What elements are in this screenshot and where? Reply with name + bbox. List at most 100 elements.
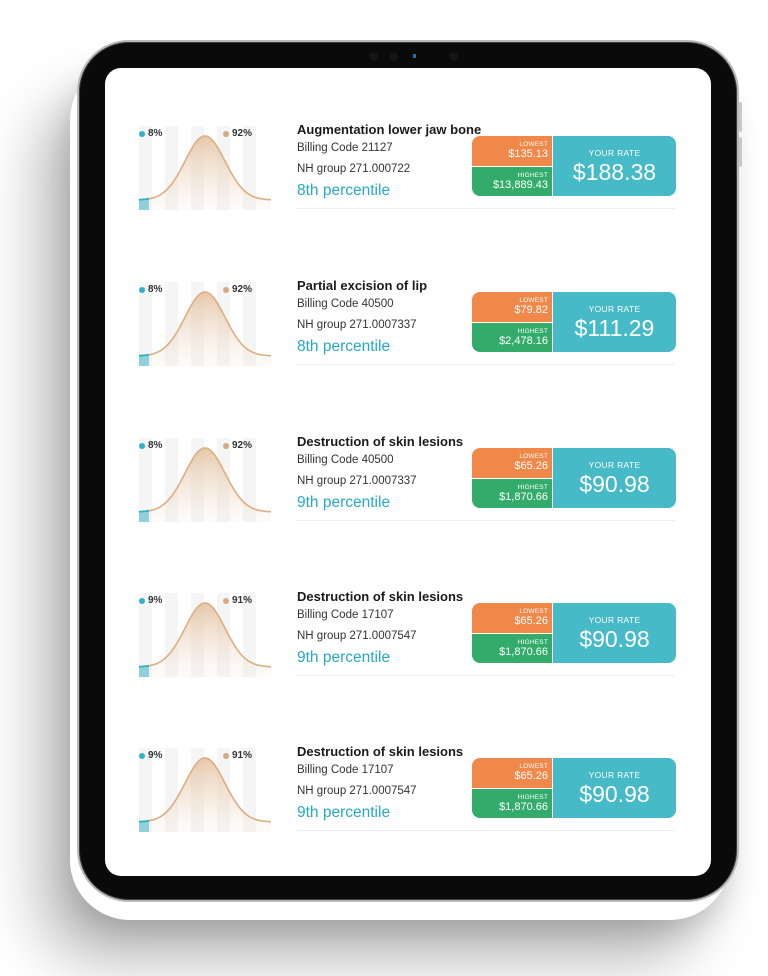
procedure-row[interactable]: 9% 91% Destruction of skin lesions Billi… [105,744,711,854]
distribution-chart: 9% 91% [135,589,275,681]
billing-code: Billing Code 40500 [297,454,394,466]
your-rate-label: YOUR RATE [588,147,641,158]
procedure-row[interactable]: 9% 91% Destruction of skin lesions Billi… [105,589,711,699]
distribution-chart: 8% 92% [135,434,275,526]
billing-code: Billing Code 21127 [297,142,393,154]
high-marker-icon [223,597,229,604]
row-divider [297,830,675,831]
your-rate-value: $90.98 [579,470,650,497]
highest-rate: HIGHEST $1,870.66 [472,633,552,663]
sensor-icon [369,52,378,61]
lowest-rate: LOWEST $135.13 [472,136,552,167]
lowest-value: $135.13 [508,148,548,161]
low-percent-label: 8% [139,284,162,295]
lowest-label: LOWEST [519,608,548,616]
highest-rate: HIGHEST $1,870.66 [472,788,552,818]
low-percent-value: 8% [148,440,163,451]
rate-summary: LOWEST $135.13 HIGHEST $13,889.43 YOUR R… [472,136,676,196]
highest-label: HIGHEST [517,171,548,179]
high-percent-value: 91% [232,750,253,761]
sensor-icon [449,52,458,61]
highest-value: $1,870.66 [499,645,548,658]
procedure-title: Partial excision of lip [297,278,428,293]
high-percent-value: 91% [232,595,253,606]
low-percent-label: 9% [139,750,162,761]
lowest-label: LOWEST [519,141,548,149]
your-rate: YOUR RATE $188.38 [552,136,676,196]
high-percent-value: 92% [232,128,253,139]
high-percent-value: 92% [232,440,253,451]
row-divider [297,520,675,521]
procedure-row[interactable]: 8% 92% Partial excision of lip Billing C… [105,278,711,388]
low-percent-value: 9% [148,595,163,606]
your-rate-label: YOUR RATE [588,614,641,625]
your-rate-label: YOUR RATE [588,769,641,780]
low-percent-value: 8% [148,128,163,139]
your-rate: YOUR RATE $90.98 [552,448,676,508]
low-marker-icon [139,752,145,759]
high-percent-value: 92% [232,284,253,295]
procedure-info: Partial excision of lip Billing Code 405… [297,278,497,356]
percentile-text: 9th percentile [297,494,391,511]
procedure-title: Destruction of skin lesions [297,744,464,759]
low-percent-value: 8% [148,284,163,295]
low-tail-line [138,353,150,357]
nh-group: NH group 271.000722 [297,163,411,175]
your-rate-label: YOUR RATE [588,303,641,314]
low-tail-line [138,664,150,668]
high-marker-icon [223,286,229,293]
lowest-label: LOWEST [519,297,548,305]
lowest-rate: LOWEST $65.26 [472,758,552,789]
low-percent-label: 8% [139,440,162,451]
your-rate-label: YOUR RATE [588,459,641,470]
screen: 8% 92% Augmentation lower jaw bone Billi… [105,68,711,876]
low-marker-icon [139,442,145,449]
low-marker-icon [139,286,145,293]
procedure-title: Destruction of skin lesions [297,589,464,604]
tablet-frame: 8% 92% Augmentation lower jaw bone Billi… [77,40,742,902]
procedure-title: Augmentation lower jaw bone [297,122,482,137]
high-percent-label: 91% [223,595,252,606]
highest-rate: HIGHEST $2,478.16 [472,322,552,352]
distribution-chart: 9% 91% [135,744,275,836]
lowest-label: LOWEST [519,453,548,461]
row-divider [297,364,675,365]
your-rate-value: $111.29 [574,314,655,341]
highest-value: $1,870.66 [499,490,548,503]
procedure-info: Augmentation lower jaw bone Billing Code… [297,122,497,200]
lowest-rate: LOWEST $65.26 [472,603,552,634]
volume-up-button [739,102,742,132]
procedure-row[interactable]: 8% 92% Augmentation lower jaw bone Billi… [105,122,711,232]
volume-down-button [739,137,742,167]
high-percent-label: 92% [223,128,252,139]
billing-code: Billing Code 40500 [297,298,394,310]
percentile-text: 8th percentile [297,338,391,355]
high-marker-icon [223,130,229,137]
low-percent-label: 9% [139,595,162,606]
highest-value: $13,889.43 [492,178,548,191]
your-rate: YOUR RATE $111.29 [552,292,676,352]
high-marker-icon [223,442,229,449]
row-divider [297,675,675,676]
lowest-value: $79.82 [514,304,548,317]
distribution-chart: 8% 92% [135,278,275,370]
distribution-chart: 8% 92% [135,122,275,214]
your-rate: YOUR RATE $90.98 [552,603,676,663]
high-percent-label: 92% [223,440,252,451]
high-marker-icon [223,752,229,759]
low-marker-icon [139,597,145,604]
procedure-row[interactable]: 8% 92% Destruction of skin lesions Billi… [105,434,711,544]
low-tail-line [138,509,150,513]
low-percent-label: 8% [139,128,162,139]
row-divider [297,208,675,209]
nh-group: NH group 271.0007337 [297,475,417,487]
rate-summary: LOWEST $79.82 HIGHEST $2,478.16 YOUR RAT… [472,292,676,352]
billing-code: Billing Code 17107 [297,609,394,621]
lowest-value: $65.26 [514,615,548,628]
low-tail-line [138,819,150,823]
lowest-value: $65.26 [514,460,548,473]
rate-summary: LOWEST $65.26 HIGHEST $1,870.66 YOUR RAT… [472,603,676,663]
your-rate: YOUR RATE $90.98 [552,758,676,818]
low-marker-icon [139,130,145,137]
procedure-info: Destruction of skin lesions Billing Code… [297,589,497,667]
